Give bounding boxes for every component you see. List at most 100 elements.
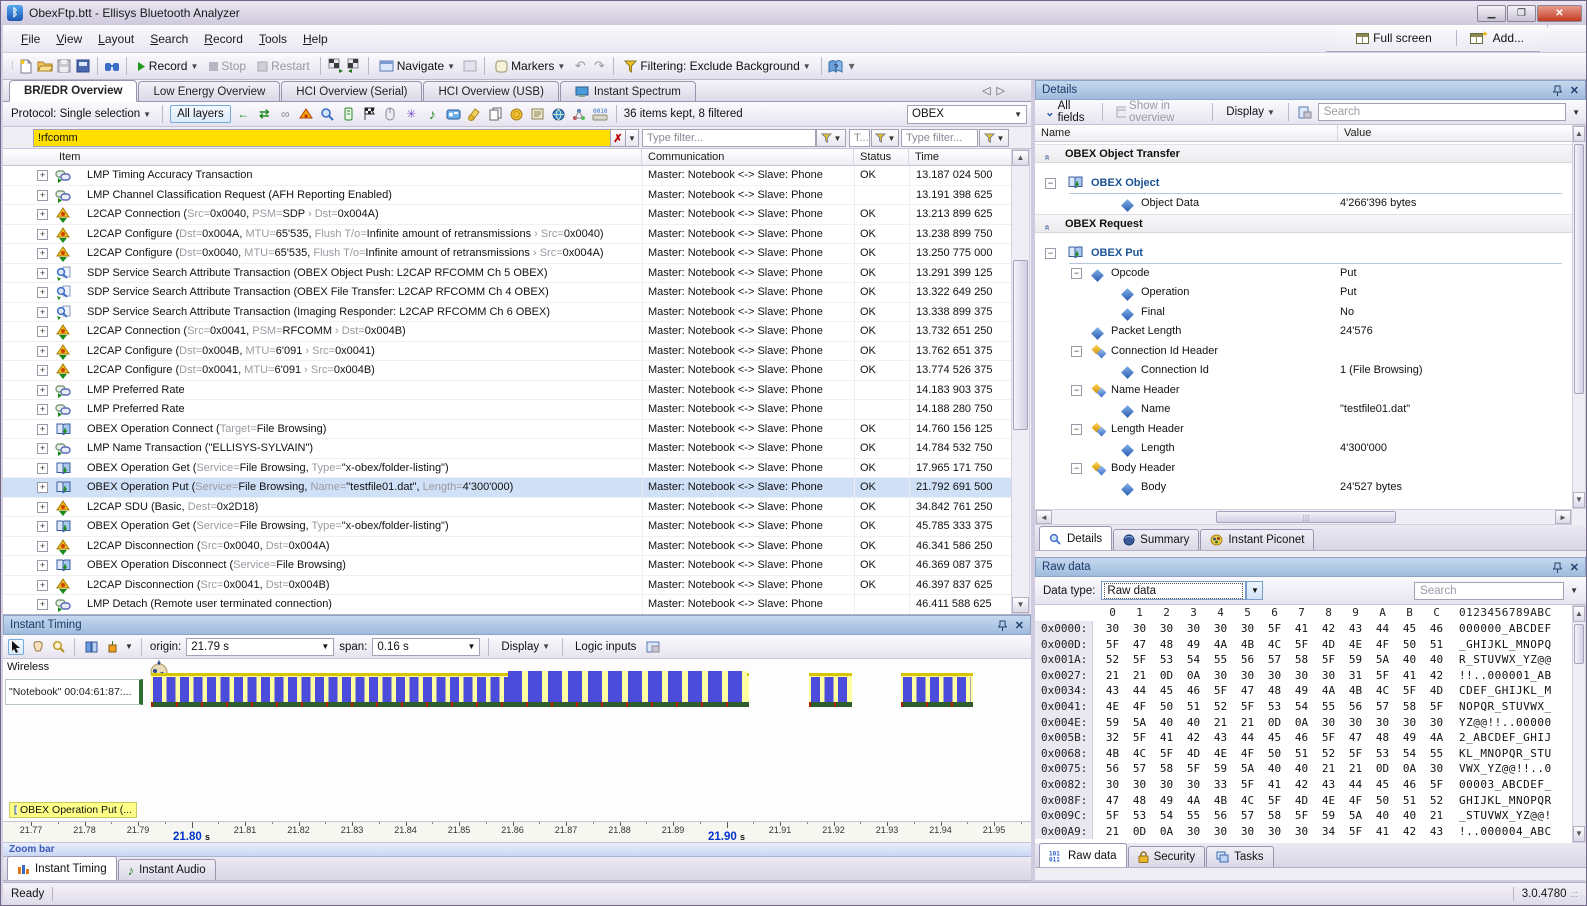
details-field[interactable]: − Opcode Put [1035, 264, 1572, 284]
expand-icon[interactable]: + [37, 463, 48, 474]
pin-icon[interactable] [998, 620, 1007, 631]
dropdown-arrow[interactable]: ▼ [1246, 581, 1263, 600]
details-section[interactable]: »OBEX Object Transfer [1035, 144, 1572, 163]
menu-record[interactable]: Record [196, 29, 251, 49]
coin-icon[interactable] [508, 106, 525, 122]
view-tab-instant-timing[interactable]: Instant Timing [7, 856, 117, 880]
menu-search[interactable]: Search [142, 29, 196, 49]
tab-instant-spectrum[interactable]: Instant Spectrum [560, 81, 696, 101]
help-icon[interactable]: ? [828, 58, 844, 74]
finish-flag-icon[interactable] [361, 106, 378, 122]
expand-icon[interactable]: + [37, 287, 48, 298]
link-icon[interactable]: ∞ [277, 106, 294, 122]
type-filter-funnel-2[interactable]: ▼ [871, 129, 899, 147]
marker-drop-caret[interactable]: ▼ [125, 642, 133, 651]
hex-row[interactable]: 0x00A9:210D0A3030303030345F414243!..0000… [1035, 824, 1572, 840]
search-dropdown[interactable]: ▼ [1572, 108, 1580, 117]
expand-icon[interactable]: + [37, 326, 48, 337]
close-panel-icon[interactable]: ✕ [1570, 84, 1579, 97]
close-panel-icon[interactable]: ✕ [1570, 561, 1579, 574]
type-filter-funnel-3[interactable]: ▼ [979, 129, 1009, 147]
details-field[interactable]: Operation Put [1035, 283, 1572, 303]
span-combo[interactable]: 0.16 s▼ [372, 638, 480, 656]
tab-scroll-left-icon[interactable]: ◁ [982, 84, 990, 97]
expand-icon[interactable]: + [37, 170, 48, 181]
collapse-icon[interactable]: − [1071, 268, 1082, 279]
details-title-bar[interactable]: Details ✕ [1035, 80, 1586, 100]
find-icon[interactable] [104, 58, 120, 74]
details-group[interactable]: −OBEX Put [1035, 242, 1572, 264]
activity-band[interactable] [151, 673, 749, 707]
column-header-item[interactable]: Item [3, 149, 642, 166]
pin-icon[interactable] [1553, 562, 1562, 573]
all-fields-button[interactable]: ⌄All fields [1041, 98, 1093, 126]
details-field[interactable]: Object Data 4'266'396 bytes [1035, 194, 1572, 214]
pin-icon[interactable] [1553, 85, 1562, 96]
export-icon[interactable] [75, 58, 91, 74]
collapse-icon[interactable]: − [1071, 463, 1082, 474]
clear-filter-button[interactable]: ✗ [610, 129, 626, 147]
layout-button-full-screen[interactable]: Full screen [1349, 28, 1450, 48]
menu-tools[interactable]: Tools [251, 29, 295, 49]
table-row[interactable]: + OBEX Operation Put (Service=File Brows… [3, 478, 1011, 498]
protocol-selector[interactable]: Protocol: Single selection▼ [7, 106, 155, 122]
details-field[interactable]: Final No [1035, 303, 1572, 323]
details-section[interactable]: »OBEX Request [1035, 214, 1572, 233]
expand-icon[interactable]: + [37, 502, 48, 513]
collapse-icon[interactable]: − [1071, 424, 1082, 435]
hex-row[interactable]: 0x0034:434445465F4748494A4B4C5F4DCDEF_GH… [1035, 683, 1572, 699]
expand-icon[interactable]: + [37, 346, 48, 357]
collapse-icon[interactable]: − [1071, 346, 1082, 357]
rawdata-vscrollbar[interactable]: ▲ ▼ [1572, 605, 1586, 843]
logic-save-icon[interactable] [645, 639, 661, 655]
column-header-status[interactable]: Status [854, 149, 909, 166]
rawdata-title-bar[interactable]: Raw data ✕ [1035, 557, 1586, 577]
close-panel-icon[interactable]: ✕ [1015, 619, 1024, 632]
expand-icon[interactable]: + [37, 521, 48, 532]
column-header-communication[interactable]: Communication [642, 149, 854, 166]
maximize-button[interactable]: ❐ [1507, 5, 1536, 22]
collapse-icon[interactable]: − [1045, 248, 1056, 259]
origin-combo[interactable]: 21.79 s▼ [186, 638, 334, 656]
table-row[interactable]: + OBEX Operation Get (Service=File Brows… [3, 459, 1011, 479]
hex-row[interactable]: 0x000D:5F4748494A4B4C5F4D4E4F5051_GHIJKL… [1035, 637, 1572, 653]
tab-scroll-right-icon[interactable]: ▷ [997, 84, 1005, 97]
table-row[interactable]: + L2CAP Connection (Src=0x0041, PSM=RFCO… [3, 322, 1011, 342]
table-row[interactable]: + OBEX Operation Connect (Target=File Br… [3, 420, 1011, 440]
menu-help[interactable]: Help [295, 29, 336, 49]
type-filter-input-2[interactable]: T... [849, 129, 870, 147]
name-column[interactable]: Name [1035, 125, 1338, 142]
details-field[interactable]: − Name Header [1035, 381, 1572, 401]
details-hscrollbar[interactable]: ◄ ⁞⁞⁞ ► [1035, 509, 1572, 525]
notes-icon[interactable] [529, 106, 546, 122]
details-field[interactable]: Packet Length 24'576 [1035, 322, 1572, 342]
expand-icon[interactable]: + [37, 443, 48, 454]
logic-inputs-button[interactable]: Logic inputs [571, 639, 640, 655]
hex-row[interactable]: 0x001A:525F5354555657585F595A4040R_STUVW… [1035, 652, 1572, 668]
obex-dropdown[interactable]: OBEX▼ [907, 105, 1027, 124]
hex-row[interactable]: 0x0000:3030303030305F414243444546000000_… [1035, 621, 1572, 637]
activity-band[interactable] [901, 673, 973, 707]
table-row[interactable]: + LMP Preferred Rate Master: Notebook <-… [3, 400, 1011, 420]
collapse-chevron-icon[interactable]: » [1037, 157, 1056, 161]
tab-hci-overview-serial-[interactable]: HCI Overview (Serial) [281, 81, 422, 101]
type-filter-input-3[interactable]: Type filter... [901, 129, 978, 147]
menu-layout[interactable]: Layout [90, 29, 142, 49]
navigate-button[interactable]: Navigate▼ [375, 57, 459, 75]
add-layout-button[interactable]: ✦ Add... [1463, 28, 1531, 48]
hex-row[interactable]: 0x005B:325F4142434445465F4748494A2_ABCDE… [1035, 730, 1572, 746]
pan-hand-icon[interactable] [29, 639, 45, 655]
timing-selection-label[interactable]: OBEX Operation Put (... [9, 802, 137, 818]
table-row[interactable]: + LMP Preferred Rate Master: Notebook <-… [3, 381, 1011, 401]
radio-icon[interactable] [445, 106, 462, 122]
title-bar[interactable]: ᛒ ObexFtp.btt - Ellisys Bluetooth Analyz… [1, 1, 1587, 25]
filter-dropdown-button[interactable]: ▼ [625, 129, 639, 147]
collapse-icon[interactable]: − [1071, 385, 1082, 396]
display-button[interactable]: Display▼ [497, 639, 554, 655]
hex-row[interactable]: 0x0068:4B4C5F4D4E4F5051525F535455KL_MNOP… [1035, 746, 1572, 762]
search-dropdown[interactable]: ▼ [1570, 586, 1578, 595]
time-ruler[interactable]: 21.7721.7821.7921.80 s21.8121.8221.8321.… [3, 821, 1031, 843]
stop-button[interactable]: Stop [205, 57, 250, 75]
hex-row[interactable]: 0x0082:30303030335F4142434445465F00003_A… [1035, 777, 1572, 793]
table-row[interactable]: + SDP Service Search Attribute Transacti… [3, 303, 1011, 323]
